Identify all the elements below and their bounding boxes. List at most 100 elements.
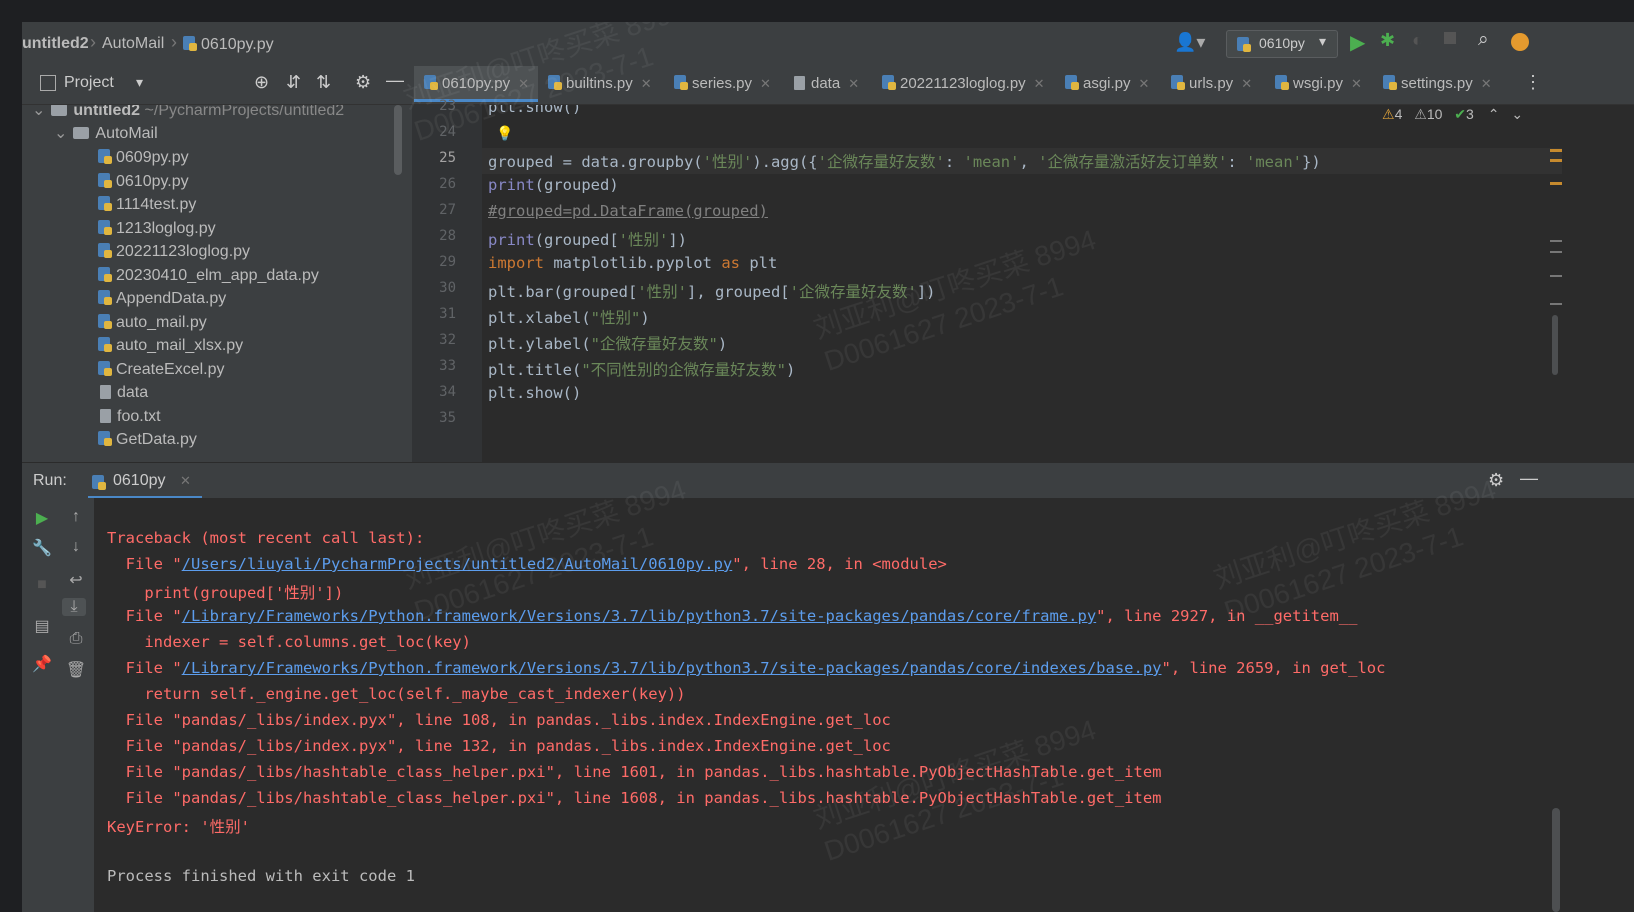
print-icon[interactable]: ⎙ <box>64 630 88 648</box>
search-icon[interactable]: ⌕ <box>1478 29 1489 51</box>
breadcrumb-project[interactable]: untitled2 <box>22 35 89 53</box>
run-config-select[interactable]: 0610py ▾ <box>1226 30 1338 58</box>
breadcrumb-folder[interactable]: AutoMail <box>102 35 164 53</box>
stop-icon[interactable] <box>1444 32 1456 44</box>
tree-item-file[interactable]: 1213loglog.py <box>98 217 216 241</box>
tree-item-file[interactable]: auto_mail_xlsx.py <box>98 334 243 358</box>
wrench-icon[interactable]: 🔧 <box>30 538 54 558</box>
expand-all-icon[interactable]: ⇵ <box>286 72 301 93</box>
user-icon[interactable]: 👤▾ <box>1174 32 1205 53</box>
traceback-link[interactable]: /Library/Frameworks/Python.framework/Ver… <box>182 607 1097 625</box>
stop-icon[interactable]: ■ <box>30 576 54 594</box>
python-file-icon <box>98 266 112 282</box>
update-icon[interactable] <box>1511 33 1529 51</box>
line-number: 24 <box>439 124 456 140</box>
coverage-icon[interactable]: ◐ <box>1412 30 1423 51</box>
soft-wrap-icon[interactable]: ↩ <box>64 570 88 590</box>
tree-item-file[interactable]: auto_mail.py <box>98 311 207 335</box>
close-icon[interactable]: ✕ <box>1241 76 1252 91</box>
error-stripe-mark[interactable] <box>1550 303 1562 305</box>
close-icon[interactable]: ✕ <box>848 76 859 91</box>
error-stripe-mark[interactable] <box>1550 149 1562 152</box>
code-editor[interactable]: plt.show() 💡 grouped = data.groupby('性别'… <box>482 105 1562 482</box>
tab-urls[interactable]: urls.py ✕ <box>1171 66 1252 102</box>
tab-wsgi[interactable]: wsgi.py ✕ <box>1275 66 1362 102</box>
tab-data[interactable]: data ✕ <box>794 66 859 102</box>
trash-icon[interactable]: 🗑 <box>64 660 88 680</box>
run-icon[interactable]: ▶ <box>1350 30 1365 55</box>
chevron-down-icon: ▾ <box>1319 33 1327 49</box>
traceback-link[interactable]: /Library/Frameworks/Python.framework/Ver… <box>182 659 1162 677</box>
chevron-down-icon[interactable]: ⌄ <box>1511 106 1523 122</box>
close-icon[interactable]: ✕ <box>1034 76 1045 91</box>
locate-icon[interactable]: ⊕ <box>254 72 269 93</box>
collapse-all-icon[interactable]: ⇅ <box>316 72 331 93</box>
breadcrumb-file[interactable]: 0610py.py <box>183 35 274 54</box>
console-text: ", line 28, in <module> <box>732 555 947 573</box>
traceback-link[interactable]: /Users/liuyali/PycharmProjects/untitled2… <box>182 555 733 573</box>
run-panel-header: Run: 0610py ✕ ⚙ — <box>22 462 1634 499</box>
tree-item-automail[interactable]: ⌄ AutoMail <box>54 122 158 146</box>
tree-item-file[interactable]: 20230410_elm_app_data.py <box>98 264 319 288</box>
close-icon[interactable]: ✕ <box>180 473 191 489</box>
close-icon[interactable]: ✕ <box>1481 76 1492 91</box>
tree-item-file[interactable]: 1114test.py <box>98 193 196 217</box>
tab-20221123loglog[interactable]: 20221123loglog.py ✕ <box>882 66 1045 102</box>
pin-icon[interactable]: 📌 <box>30 654 54 674</box>
code-token: (grouped[ <box>534 231 619 249</box>
console-scrollbar[interactable] <box>1552 808 1560 912</box>
close-icon[interactable]: ✕ <box>1351 76 1362 91</box>
chevron-down-icon[interactable]: ▾ <box>136 74 143 91</box>
tree-item-file[interactable]: 0609py.py <box>98 146 189 170</box>
error-stripe-mark[interactable] <box>1550 182 1562 185</box>
error-stripe-mark[interactable] <box>1550 275 1562 277</box>
error-stripe-mark[interactable] <box>1550 240 1562 242</box>
lightbulb-icon[interactable]: 💡 <box>496 125 513 142</box>
tab-series[interactable]: series.py ✕ <box>674 66 771 102</box>
run-console[interactable]: Traceback (most recent call last): File … <box>94 498 1634 912</box>
close-icon[interactable]: ✕ <box>1139 76 1150 91</box>
run-tab[interactable]: 0610py ✕ <box>88 463 202 499</box>
tree-item-file[interactable]: 20221123loglog.py <box>98 240 250 264</box>
minimize-icon[interactable]: — <box>1520 468 1538 489</box>
tree-item-untitled2[interactable]: ⌄ untitled2 ~/PycharmProjects/untitled2 <box>32 105 344 123</box>
debug-icon[interactable]: ✱ <box>1380 30 1395 51</box>
gear-icon[interactable]: ⚙ <box>1488 470 1504 491</box>
arrow-up-icon[interactable]: ↑ <box>64 508 88 526</box>
tree-item-file[interactable]: 0610py.py <box>98 170 189 194</box>
tab-asgi[interactable]: asgi.py ✕ <box>1065 66 1149 102</box>
breadcrumb-file-label: 0610py.py <box>201 36 274 53</box>
layout-icon[interactable]: ▤ <box>30 616 54 636</box>
code-keyword: import <box>488 254 544 272</box>
minimize-icon[interactable]: — <box>386 70 404 91</box>
tree-item-file[interactable]: data <box>100 381 148 405</box>
arrow-down-icon[interactable]: ↓ <box>64 538 88 556</box>
rerun-icon[interactable]: ▶ <box>30 508 54 528</box>
project-panel-label[interactable]: Project <box>64 74 114 92</box>
close-icon[interactable]: ✕ <box>760 76 771 91</box>
close-icon[interactable]: ✕ <box>641 76 652 91</box>
scroll-to-end-icon[interactable]: ⤓ <box>62 598 86 616</box>
more-tabs-icon[interactable]: ⋮ <box>1524 72 1542 93</box>
gear-icon[interactable]: ⚙ <box>355 72 371 93</box>
tab-settings[interactable]: settings.py ✕ <box>1383 66 1492 102</box>
tree-item-label: 20230410_elm_app_data.py <box>116 267 319 284</box>
editor-scrollbar[interactable] <box>1552 315 1558 375</box>
chevron-right-icon: › <box>171 32 177 52</box>
tree-item-file[interactable]: GetData.py <box>98 428 197 452</box>
error-stripe-mark[interactable] <box>1550 159 1562 162</box>
tab-0610py[interactable]: 0610py.py ✕ <box>414 66 538 102</box>
project-scrollbar[interactable] <box>394 105 402 175</box>
inspection-widget[interactable]: ⚠4 ⚠10 ✔3 ⌃ ⌄ <box>1382 106 1523 123</box>
tree-item-file[interactable]: foo.txt <box>100 405 161 429</box>
tab-builtins[interactable]: builtins.py ✕ <box>548 66 652 102</box>
line-number: 23 <box>439 98 456 114</box>
close-icon[interactable]: ✕ <box>518 76 529 91</box>
chevron-up-icon[interactable]: ⌃ <box>1488 106 1500 122</box>
tree-item-file[interactable]: AppendData.py <box>98 287 226 311</box>
tree-item-file[interactable]: CreateExcel.py <box>98 358 225 382</box>
tab-label: series.py <box>692 75 753 92</box>
error-stripe-mark[interactable] <box>1550 251 1562 253</box>
file-icon <box>100 385 111 399</box>
check-icon: ✔ <box>1454 106 1467 122</box>
